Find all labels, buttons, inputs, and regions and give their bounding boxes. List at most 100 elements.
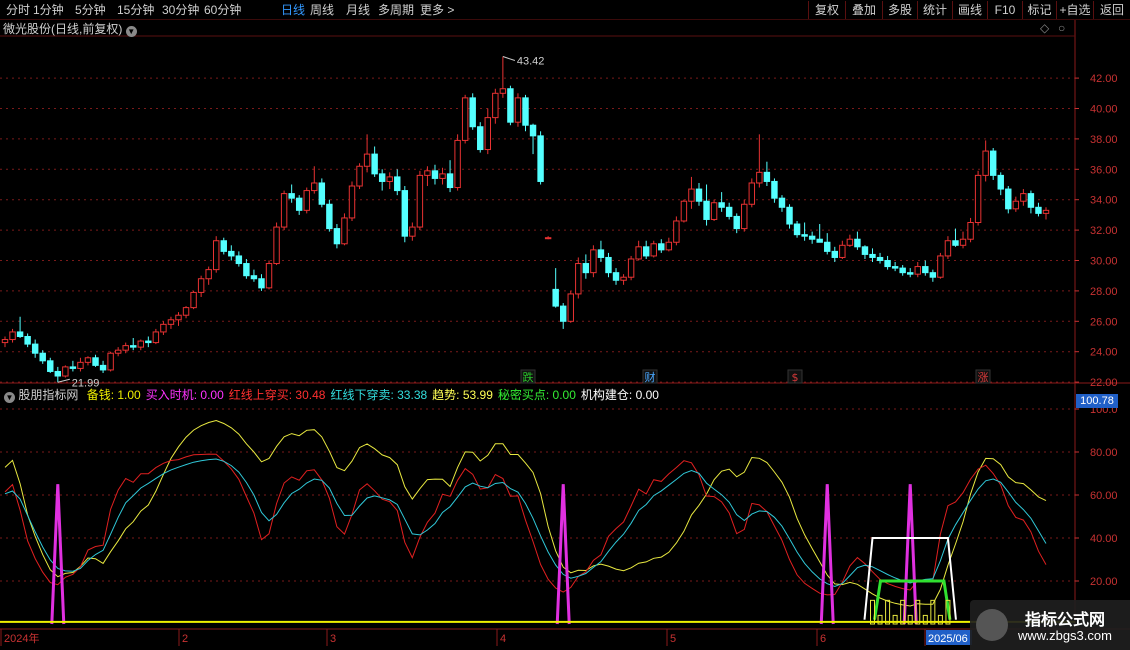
candle-body	[876, 256, 884, 261]
candle-body	[62, 366, 69, 377]
candle-body	[492, 92, 499, 119]
candle-body	[190, 291, 197, 309]
candle-body	[801, 234, 808, 237]
candle-body	[235, 255, 243, 265]
candle-body	[378, 173, 386, 182]
max-price-pointer	[502, 56, 516, 61]
date-label: 2	[182, 633, 188, 645]
date-label: 5	[670, 633, 676, 645]
indicator-name: 股朋指标网	[18, 388, 79, 402]
candle-body	[997, 174, 1004, 190]
candle-body	[197, 278, 205, 293]
candle-body	[9, 331, 16, 341]
candle-body	[808, 235, 816, 240]
price-label: 40.00	[1090, 104, 1118, 116]
candle-body	[590, 249, 597, 274]
indicator-values: 备钱: 1.00 买入时机: 0.00 红线上穿买: 30.48 红线下穿卖: 33.…	[82, 388, 659, 402]
candle-body	[597, 249, 605, 258]
candle-body	[725, 206, 733, 217]
candle-body	[567, 293, 574, 322]
candle-body	[891, 266, 899, 269]
date-label: 3	[330, 633, 336, 645]
candle-body	[484, 117, 491, 151]
candle-body	[793, 223, 801, 236]
candle-body	[861, 246, 869, 255]
candle-body	[635, 246, 642, 260]
candle-body	[401, 190, 409, 237]
candle-body	[688, 188, 695, 202]
candle-body	[907, 272, 914, 275]
date-label: 2025/06	[928, 633, 968, 645]
candle-body	[477, 126, 484, 151]
watermark: 指标公式网 www.zbgs3.com	[970, 600, 1130, 650]
buy-signal-spike	[902, 484, 918, 625]
candle-body	[228, 250, 235, 257]
candle-body	[303, 190, 310, 211]
candle-body	[575, 263, 582, 295]
candle-body	[544, 237, 552, 240]
candle-body	[642, 246, 650, 257]
candle-body	[213, 240, 220, 271]
candle-body	[673, 220, 680, 243]
candle-body	[1005, 188, 1012, 210]
buy-signal-spike	[50, 484, 66, 625]
candle-body	[695, 188, 703, 202]
candle-body	[31, 343, 39, 354]
chevron-down-icon[interactable]: ▼	[125, 26, 137, 37]
candle-body	[529, 124, 537, 137]
candle-body	[507, 88, 514, 123]
candle-body	[1035, 206, 1042, 214]
candle-body	[741, 203, 748, 230]
candle-body	[145, 340, 152, 344]
date-label: 6	[820, 633, 826, 645]
candle-body	[989, 150, 997, 176]
candle-body	[937, 255, 944, 278]
candle-body	[627, 258, 635, 278]
trend-line	[4, 419, 1047, 607]
indicator-label: 80.00	[1090, 447, 1118, 459]
settings-icon[interactable]: ○	[1058, 21, 1065, 35]
min-price-pointer	[57, 378, 70, 383]
diamond-icon[interactable]: ◇	[1040, 21, 1049, 35]
indicator-item-3: 红线下穿卖: 33.38	[330, 388, 428, 402]
candle-body	[914, 266, 921, 275]
candle-body	[311, 182, 318, 192]
price-axis: 42.00 40.00 38.00 36.00 34.00 32.00 30.00 28.00…	[1075, 73, 1118, 389]
candle-body	[854, 238, 861, 248]
candle-body	[356, 165, 363, 187]
indicator-item-1: 买入时机: 0.00	[145, 388, 224, 402]
candle-body	[416, 174, 424, 228]
candle-body	[424, 170, 431, 176]
candle-body	[24, 336, 31, 345]
event-marker: 涨	[978, 371, 989, 384]
indicator-axis: 100.080.0060.0040.0020.00	[1075, 404, 1118, 588]
candle-body	[454, 139, 461, 189]
buy-signal-spike	[555, 484, 571, 625]
indicator-item-5: 秘密买点: 0.00	[497, 388, 576, 402]
candle-body	[280, 193, 288, 228]
candle-body	[152, 331, 160, 344]
candle-body	[363, 153, 371, 167]
candle-body	[771, 180, 778, 199]
candle-body	[371, 153, 378, 175]
candlestick-series	[1, 56, 1050, 383]
chart-canvas: 43.4221.99 跌财 $ 涨 42.0040.0038.0036.0034.00…	[0, 20, 1130, 646]
candle-body	[967, 222, 974, 240]
candle-body	[341, 217, 348, 245]
candle-body	[469, 97, 476, 128]
indicator-series	[0, 419, 1075, 625]
candle-body	[831, 250, 838, 258]
candle-body	[461, 97, 469, 141]
candle-body	[514, 97, 522, 123]
price-label: 24.00	[1090, 347, 1118, 359]
indicator-header: ▼ 股朋指标网 备钱: 1.00 买入时机: 0.00 红线上穿买: 30.48 红线…	[0, 386, 659, 404]
price-label: 22.00	[1090, 377, 1118, 389]
price-label: 38.00	[1090, 134, 1118, 146]
candle-body	[318, 182, 326, 205]
date-label: 2024年	[4, 631, 39, 645]
candle-body	[99, 364, 107, 371]
candle-body	[265, 263, 273, 289]
candle-body	[348, 185, 356, 219]
candle-body	[160, 323, 167, 333]
indicator-menu-icon[interactable]: ▼	[4, 392, 15, 403]
